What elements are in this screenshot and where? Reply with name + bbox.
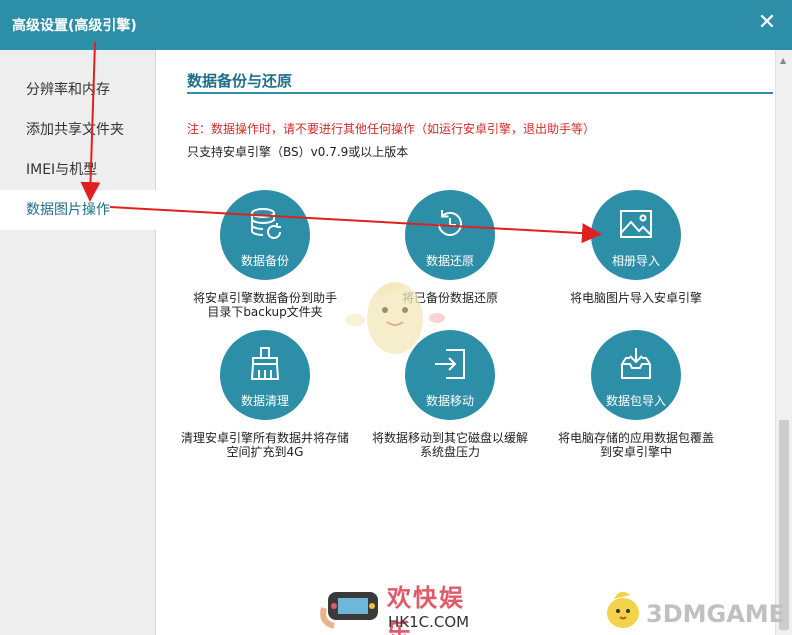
backup-button[interactable]: 数据备份: [220, 190, 310, 280]
image-icon: [620, 210, 652, 238]
package-import-tile[interactable]: 数据包导入 将电脑存储的应用数据包覆盖 到安卓引擎中: [536, 330, 736, 480]
move-description: 将数据移动到其它磁盘以缓解 系统盘压力: [350, 431, 550, 459]
package-import-icon: [621, 348, 651, 379]
album-import-label: 相册导入: [611, 254, 660, 268]
clean-desc-line1: 清理安卓引擎所有数据并将存储: [180, 431, 349, 445]
warning-notice: 注：数据操作时，请不要进行其他任何操作（如运行安卓引擎，退出助手等）: [187, 122, 596, 136]
title-bar: 高级设置(高级引擎) ✕: [0, 0, 792, 50]
album-import-desc-line1: 将电脑图片导入安卓引擎: [569, 291, 702, 305]
package-import-label: 数据包导入: [605, 394, 666, 408]
game-controller-icon: [320, 592, 378, 629]
album-import-tile[interactable]: 相册导入 将电脑图片导入安卓引擎: [536, 190, 736, 340]
backup-desc-line2: 目录下backup文件夹: [207, 305, 323, 319]
package-import-desc-line1: 将电脑存储的应用数据包覆盖: [557, 431, 714, 445]
sidebar-item-resolution-memory[interactable]: 分辨率和内存: [0, 70, 156, 110]
mascot-watermark-icon: [345, 282, 445, 354]
bird-mascot-icon: [607, 591, 639, 628]
move-label: 数据移动: [425, 394, 474, 408]
backup-description: 将安卓引擎数据备份到助手 目录下backup文件夹: [165, 291, 365, 319]
clean-description: 清理安卓引擎所有数据并将存储 空间扩充到4G: [165, 431, 365, 459]
clean-button[interactable]: 数据清理: [220, 330, 310, 420]
3dmgame-watermark: 3DMGAME: [600, 585, 785, 635]
clean-desc-line2: 空间扩充到4G: [226, 445, 304, 459]
clean-tile[interactable]: 数据清理 清理安卓引擎所有数据并将存储 空间扩充到4G: [165, 330, 365, 480]
sidebar-item-data-image[interactable]: 数据图片操作: [0, 190, 156, 230]
hk1c-watermark-url: HK1C.COM: [388, 613, 470, 631]
package-import-button[interactable]: 数据包导入: [591, 330, 681, 420]
sidebar-item-imei-model[interactable]: IMEI与机型: [0, 150, 156, 190]
album-import-description: 将电脑图片导入安卓引擎: [536, 291, 736, 305]
move-desc-line1: 将数据移动到其它磁盘以缓解: [371, 431, 528, 445]
vertical-scrollbar[interactable]: ▲: [775, 50, 792, 635]
3dmgame-watermark-text: 3DMGAME: [646, 600, 786, 628]
hk1c-watermark: 欢快娱乐 HK1C.COM: [320, 578, 490, 635]
sidebar-item-shared-folder[interactable]: 添加共享文件夹: [0, 110, 156, 150]
database-backup-icon: [251, 208, 281, 239]
restore-icon: [438, 210, 462, 236]
album-import-button[interactable]: 相册导入: [591, 190, 681, 280]
close-icon[interactable]: ✕: [754, 10, 780, 36]
scroll-up-icon[interactable]: ▲: [780, 56, 786, 65]
section-title: 数据备份与还原: [187, 72, 293, 90]
backup-desc-line1: 将安卓引擎数据备份到助手: [192, 291, 337, 305]
main-panel: 数据备份与还原 注：数据操作时，请不要进行其他任何操作（如运行安卓引擎，退出助手…: [157, 50, 775, 635]
package-import-desc-line2: 到安卓引擎中: [599, 445, 672, 459]
window-title: 高级设置(高级引擎): [12, 18, 137, 34]
section-divider: [187, 92, 773, 94]
sidebar: 分辨率和内存 添加共享文件夹 IMEI与机型 数据图片操作: [0, 50, 156, 635]
move-desc-line2: 系统盘压力: [419, 445, 480, 459]
version-note: 只支持安卓引擎（BS）v0.7.9或以上版本: [187, 145, 409, 159]
broom-icon: [250, 347, 280, 380]
backup-label: 数据备份: [240, 254, 289, 268]
package-import-description: 将电脑存储的应用数据包覆盖 到安卓引擎中: [536, 431, 736, 459]
clean-label: 数据清理: [240, 394, 289, 408]
restore-button[interactable]: 数据还原: [405, 190, 495, 280]
backup-tile[interactable]: 数据备份 将安卓引擎数据备份到助手 目录下backup文件夹: [165, 190, 365, 340]
restore-label: 数据还原: [425, 254, 474, 268]
